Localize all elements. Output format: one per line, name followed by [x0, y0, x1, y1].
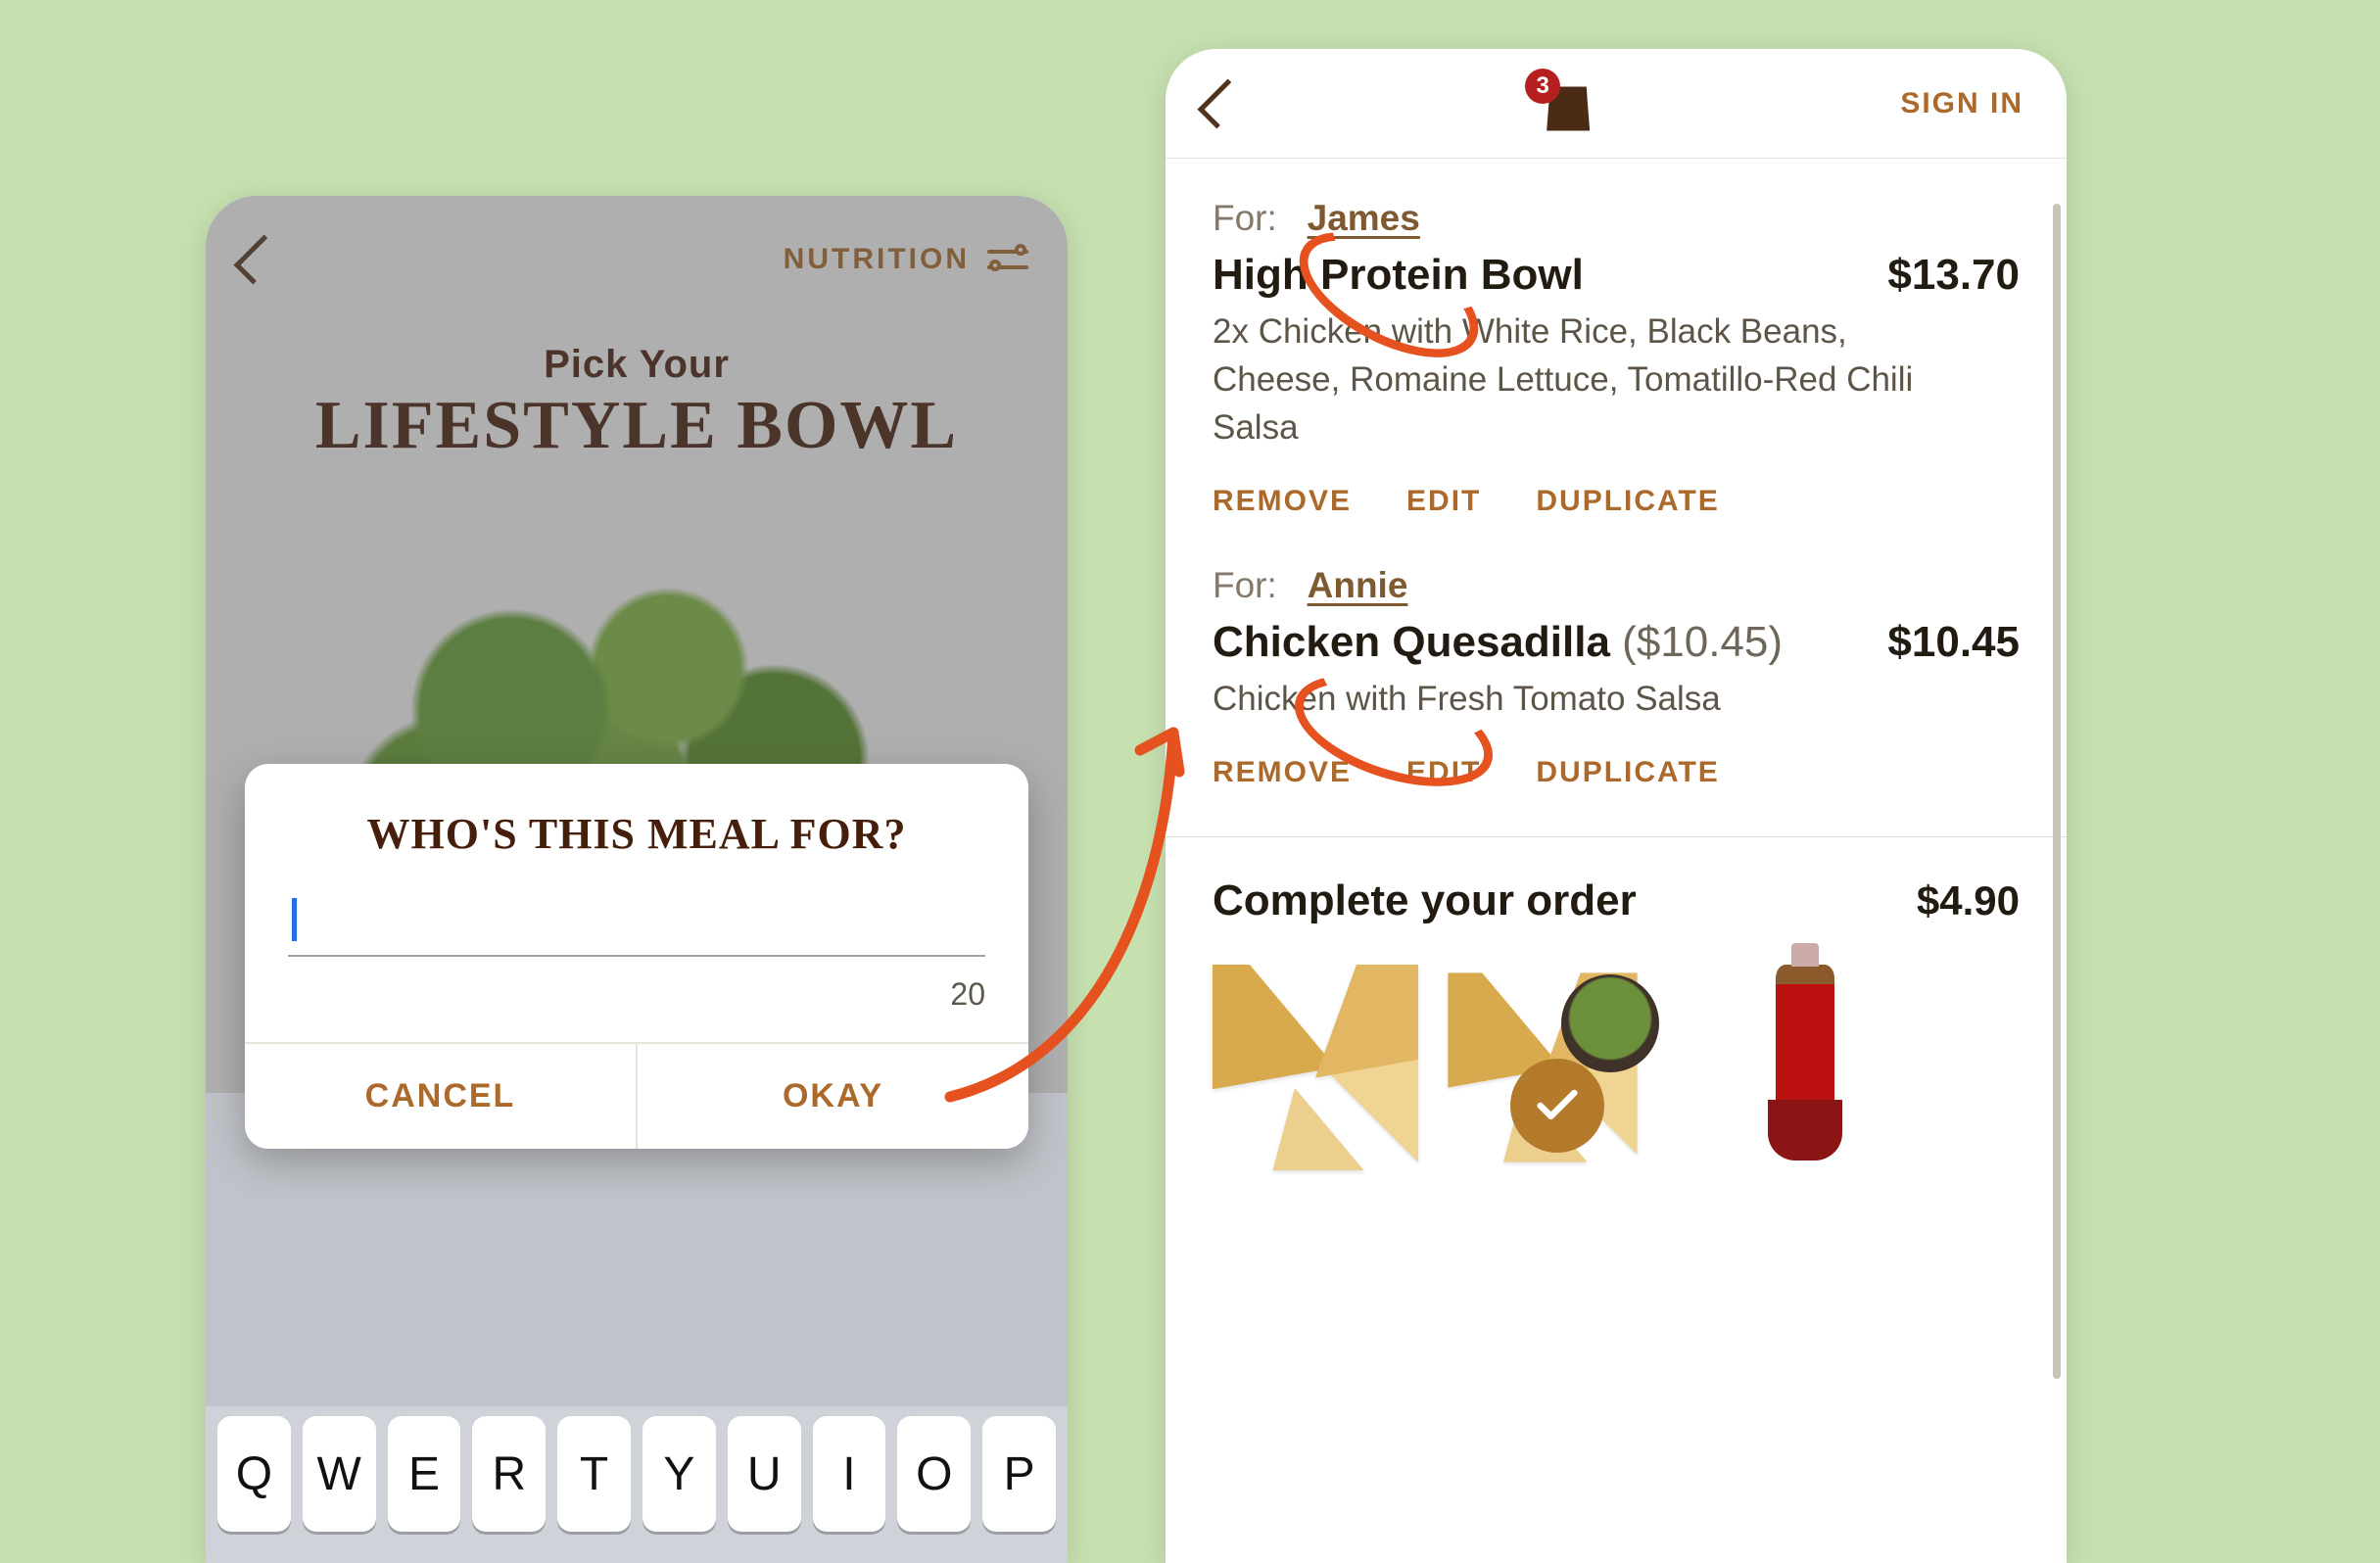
key-t[interactable]: T [557, 1416, 631, 1532]
item-price: $13.70 [1887, 251, 2020, 300]
name-field-wrap [288, 888, 985, 957]
right-header: 3 SIGN IN [1166, 49, 2067, 159]
phone-left: NUTRITION Pick Your LIFESTYLE BOWL Light… [206, 196, 1068, 1563]
key-p[interactable]: P [982, 1416, 1056, 1532]
coke-bottle-icon [1776, 965, 1834, 1160]
cart-item: For: James High Protein Bowl $13.70 2x C… [1213, 198, 2020, 518]
key-y[interactable]: Y [643, 1416, 716, 1532]
item-price: $10.45 [1887, 618, 2020, 667]
sign-in-button[interactable]: SIGN IN [1900, 87, 2023, 120]
for-name-link[interactable]: James [1308, 198, 1420, 238]
cancel-button[interactable]: CANCEL [245, 1044, 636, 1149]
keyboard-row-1: Q W E R T Y U I O P [206, 1416, 1068, 1532]
nutrition-button[interactable]: NUTRITION [784, 243, 1028, 276]
addon-chips[interactable] [1213, 965, 1418, 1170]
back-icon[interactable] [1198, 78, 1248, 128]
name-input[interactable] [288, 888, 985, 955]
complete-price: $4.90 [1917, 877, 2020, 924]
modal-title: WHO'S THIS MEAL FOR? [245, 764, 1028, 888]
key-u[interactable]: U [728, 1416, 801, 1532]
text-caret [292, 898, 297, 941]
for-label: For: [1213, 565, 1277, 605]
key-q[interactable]: Q [217, 1416, 291, 1532]
selected-check-icon [1510, 1059, 1604, 1153]
back-icon[interactable] [234, 235, 284, 285]
left-header: NUTRITION [206, 196, 1068, 323]
cart-item: For: Annie Chicken Quesadilla ($10.45) $… [1213, 565, 2020, 789]
nutrition-label: NUTRITION [784, 243, 970, 276]
char-limit: 20 [245, 976, 985, 1013]
remove-button[interactable]: REMOVE [1213, 485, 1352, 518]
guac-icon [1561, 974, 1659, 1072]
key-r[interactable]: R [472, 1416, 546, 1532]
cart-count-badge: 3 [1525, 69, 1560, 104]
key-w[interactable]: W [303, 1416, 376, 1532]
keyboard: Q W E R T Y U I O P [206, 1093, 1068, 1563]
edit-button[interactable]: EDIT [1406, 485, 1481, 518]
complete-order-row: Complete your order $4.90 [1213, 876, 2020, 925]
item-actions: REMOVE EDIT DUPLICATE [1213, 756, 2020, 789]
page-title: LIFESTYLE BOWL [206, 387, 1068, 465]
addon-thumbnails [1213, 965, 2020, 1170]
complete-title: Complete your order [1213, 876, 1637, 925]
for-name-link[interactable]: Annie [1308, 565, 1408, 605]
scrollbar[interactable] [2053, 204, 2061, 1379]
cart-body: For: James High Protein Bowl $13.70 2x C… [1166, 159, 2067, 1170]
item-description: Chicken with Fresh Tomato Salsa [1213, 675, 1976, 723]
key-e[interactable]: E [388, 1416, 461, 1532]
for-line: For: James [1213, 198, 2020, 239]
page-title-block: Pick Your LIFESTYLE BOWL [206, 343, 1068, 465]
page-subtitle: Pick Your [206, 343, 1068, 387]
phone-right: 3 SIGN IN For: James High Protein Bowl $… [1166, 49, 2067, 1563]
duplicate-button[interactable]: DUPLICATE [1536, 485, 1719, 518]
item-description: 2x Chicken with White Rice, Black Beans,… [1213, 308, 1976, 451]
for-line: For: Annie [1213, 565, 2020, 606]
modal-buttons: CANCEL OKAY [245, 1042, 1028, 1149]
key-o[interactable]: O [897, 1416, 971, 1532]
divider [1166, 836, 2067, 837]
cart-button[interactable]: 3 [1547, 76, 1590, 131]
key-i[interactable]: I [813, 1416, 886, 1532]
edit-button[interactable]: EDIT [1406, 756, 1481, 789]
for-label: For: [1213, 198, 1277, 238]
okay-button[interactable]: OKAY [636, 1044, 1028, 1149]
addon-coke[interactable] [1702, 965, 1908, 1170]
item-actions: REMOVE EDIT DUPLICATE [1213, 485, 2020, 518]
remove-button[interactable]: REMOVE [1213, 756, 1352, 789]
item-name: Chicken Quesadilla ($10.45) [1213, 618, 1783, 667]
sliders-icon [987, 245, 1028, 274]
name-modal: WHO'S THIS MEAL FOR? 20 CANCEL OKAY [245, 764, 1028, 1149]
addon-chips-guac-selected[interactable] [1457, 965, 1663, 1170]
item-name: High Protein Bowl [1213, 251, 1584, 300]
duplicate-button[interactable]: DUPLICATE [1536, 756, 1719, 789]
